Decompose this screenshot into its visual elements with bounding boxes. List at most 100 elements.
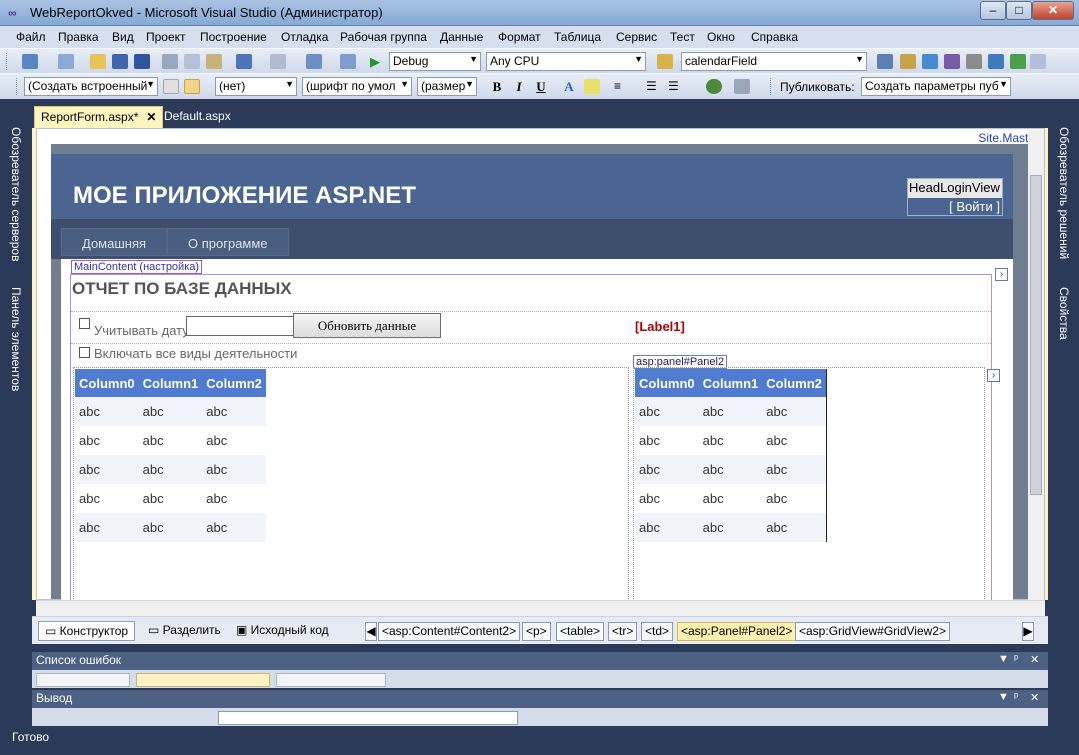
apply-style-icon[interactable] xyxy=(163,79,179,94)
menu-help[interactable]: Справка xyxy=(751,30,798,44)
pin-icon[interactable]: ᵖ xyxy=(1014,691,1018,703)
font-name-select[interactable]: (шрифт по умол ▼ xyxy=(302,77,412,96)
menu-debug[interactable]: Отладка xyxy=(281,30,328,44)
justify-icon[interactable]: ≡ xyxy=(614,79,630,94)
use-date-checkbox[interactable] xyxy=(79,318,90,329)
block-format-select[interactable]: (нет) ▼ xyxy=(215,77,297,96)
redo-icon[interactable] xyxy=(270,54,286,69)
breadcrumb-scroll-left[interactable]: ◀ xyxy=(365,622,377,641)
source-view-button[interactable]: ▣ Исходный код xyxy=(230,621,335,641)
nav-item-about[interactable]: О программе xyxy=(167,228,289,256)
breadcrumb-item[interactable]: <asp:GridView#GridView2> xyxy=(795,622,950,641)
extension-manager-icon[interactable] xyxy=(1010,54,1026,69)
login-link[interactable]: [ Войти ] xyxy=(908,199,1002,214)
bulleted-list-icon[interactable]: ☰ xyxy=(646,79,662,94)
numbered-list-icon[interactable]: ☰ xyxy=(668,79,684,94)
italic-button[interactable]: I xyxy=(510,78,528,95)
close-button[interactable]: ✕ xyxy=(1032,1,1074,20)
close-icon[interactable]: ✕ xyxy=(1030,653,1039,666)
solution-explorer-icon[interactable] xyxy=(900,54,916,69)
menu-data[interactable]: Данные xyxy=(440,30,483,44)
horizontal-scrollbar[interactable] xyxy=(36,600,1045,616)
split-view-button[interactable]: ▭ Разделить xyxy=(142,621,227,641)
publish-settings-select[interactable]: Создать параметры пуб ▼ xyxy=(861,77,1011,96)
messages-filter-button[interactable] xyxy=(276,673,386,687)
copy-icon[interactable] xyxy=(184,54,200,69)
find-in-files-icon[interactable] xyxy=(657,54,673,69)
breadcrumb-item[interactable]: <p> xyxy=(522,622,551,641)
scroll-thumb[interactable] xyxy=(1030,175,1042,495)
vertical-scrollbar[interactable] xyxy=(1028,130,1044,600)
cut-icon[interactable] xyxy=(162,54,178,69)
solution-config-select[interactable]: Debug ▼ xyxy=(389,52,481,71)
start-debug-icon[interactable]: ▶ xyxy=(370,54,386,69)
toolbar-grip[interactable] xyxy=(16,78,19,95)
menu-test[interactable]: Тест xyxy=(670,30,695,44)
close-icon[interactable]: ✕ xyxy=(146,110,156,124)
errors-filter-button[interactable] xyxy=(36,673,130,687)
add-item-icon[interactable] xyxy=(58,54,74,69)
smart-tag-icon[interactable]: › xyxy=(995,268,1008,281)
font-size-select[interactable]: (размер ▼ xyxy=(417,77,477,96)
solution-explorer-tab[interactable]: Обозреватель решений xyxy=(1057,127,1071,259)
toolbox-tab[interactable]: Панель элементов xyxy=(9,287,23,391)
nav-item-home[interactable]: Домашняя xyxy=(61,228,168,256)
menu-format[interactable]: Формат xyxy=(498,30,541,44)
open-file-icon[interactable] xyxy=(90,54,106,69)
paste-icon[interactable] xyxy=(206,54,222,69)
menu-file[interactable]: Файл xyxy=(16,30,46,44)
navigate-forward-icon[interactable] xyxy=(340,54,356,69)
output-source-select[interactable] xyxy=(218,711,518,725)
breadcrumb-item[interactable]: <table> xyxy=(556,622,605,641)
menu-tools[interactable]: Сервис xyxy=(616,30,657,44)
new-project-icon[interactable] xyxy=(22,54,38,69)
date-input[interactable] xyxy=(186,316,294,336)
content-placeholder-tag[interactable]: MainContent (настройка) xyxy=(71,260,203,274)
platform-select[interactable]: Any CPU ▼ xyxy=(486,52,646,71)
toolbox-icon[interactable] xyxy=(966,54,982,69)
panel-menu-icon[interactable]: ▼ xyxy=(998,691,1009,703)
minimize-button[interactable]: – xyxy=(980,1,1006,20)
design-view-button[interactable]: ▭ Конструктор xyxy=(38,621,136,641)
start-page-icon[interactable] xyxy=(988,54,1004,69)
properties-icon[interactable] xyxy=(922,54,938,69)
menu-edit[interactable]: Правка xyxy=(58,30,99,44)
warnings-filter-button[interactable] xyxy=(136,673,270,687)
style-application-select[interactable]: (Создать встроенный ▼ xyxy=(24,77,158,96)
find-icon[interactable] xyxy=(877,54,893,69)
gridview1[interactable]: Column0 Column1 Column2 abc abc abc abc abc… xyxy=(75,369,266,542)
breadcrumb-item[interactable]: <tr> xyxy=(608,622,638,641)
breadcrumb-item-selected[interactable]: <asp:Panel#Panel2> xyxy=(677,622,797,641)
include-all-activities-checkbox[interactable] xyxy=(79,347,90,358)
object-browser-icon[interactable] xyxy=(944,54,960,69)
breadcrumb-item[interactable]: <asp:Content#Content2> xyxy=(378,622,521,641)
background-color-icon[interactable] xyxy=(584,79,600,94)
navigate-backward-icon[interactable] xyxy=(306,54,322,69)
smart-tag-icon[interactable]: › xyxy=(987,369,1000,382)
target-rule-icon[interactable] xyxy=(184,79,200,94)
tab-default[interactable]: Default.aspx xyxy=(158,106,237,128)
maximize-button[interactable]: □ xyxy=(1006,1,1032,20)
tab-reportform[interactable]: ReportForm.aspx* ✕ xyxy=(34,106,164,128)
breadcrumb-scroll-right[interactable]: ▶ xyxy=(1022,622,1034,641)
close-icon[interactable]: ✕ xyxy=(1030,691,1039,704)
menu-project[interactable]: Проект xyxy=(146,30,186,44)
refresh-data-button[interactable]: Обновить данные xyxy=(293,313,441,338)
save-icon[interactable] xyxy=(112,54,128,69)
menu-team[interactable]: Рабочая группа xyxy=(340,30,427,44)
hyperlink-icon[interactable] xyxy=(706,79,722,94)
bold-button[interactable]: B xyxy=(488,78,506,95)
menu-window[interactable]: Окно xyxy=(707,30,735,44)
panel-menu-icon[interactable]: ▼ xyxy=(998,653,1009,665)
menu-table[interactable]: Таблица xyxy=(554,30,601,44)
underline-button[interactable]: U xyxy=(532,78,550,95)
save-all-icon[interactable] xyxy=(134,54,150,69)
publish-icon[interactable] xyxy=(734,79,750,94)
properties-tab[interactable]: Свойства xyxy=(1057,287,1071,340)
undo-icon[interactable] xyxy=(236,54,252,69)
menu-build[interactable]: Построение xyxy=(200,30,267,44)
toolbar-grip[interactable] xyxy=(6,53,9,70)
find-combo[interactable]: calendarField ▼ xyxy=(681,52,867,71)
gridview2[interactable]: Column0 Column1 Column2 abc abc abc abc abc… xyxy=(635,369,827,542)
toolbar-grip[interactable] xyxy=(770,78,773,95)
